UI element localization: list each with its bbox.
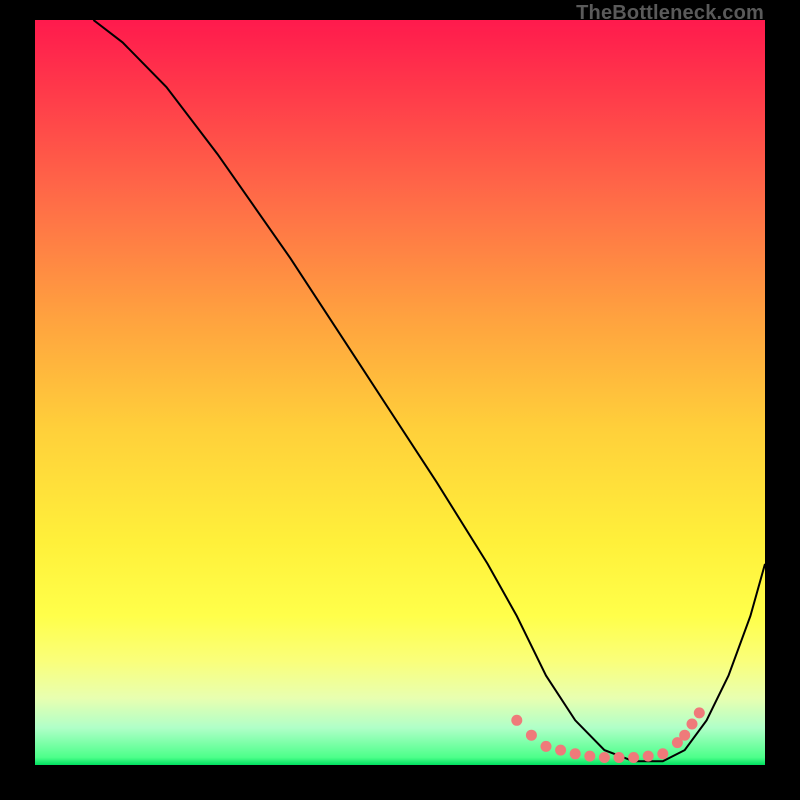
marker-point [511,715,522,726]
curve-line [93,20,765,761]
watermark-text: TheBottleneck.com [576,2,764,25]
chart-svg [35,20,765,765]
marker-point [584,751,595,762]
marker-point [694,707,705,718]
chart-frame: TheBottleneck.com [0,0,800,800]
marker-point [687,719,698,730]
marker-point [614,752,625,763]
marker-point [679,730,690,741]
marker-point [526,730,537,741]
marker-point [555,745,566,756]
marker-point [657,748,668,759]
marker-point [628,752,639,763]
marker-point [643,751,654,762]
marker-point [541,741,552,752]
marker-point [599,752,610,763]
marker-point [570,748,581,759]
plot-area [35,20,765,765]
